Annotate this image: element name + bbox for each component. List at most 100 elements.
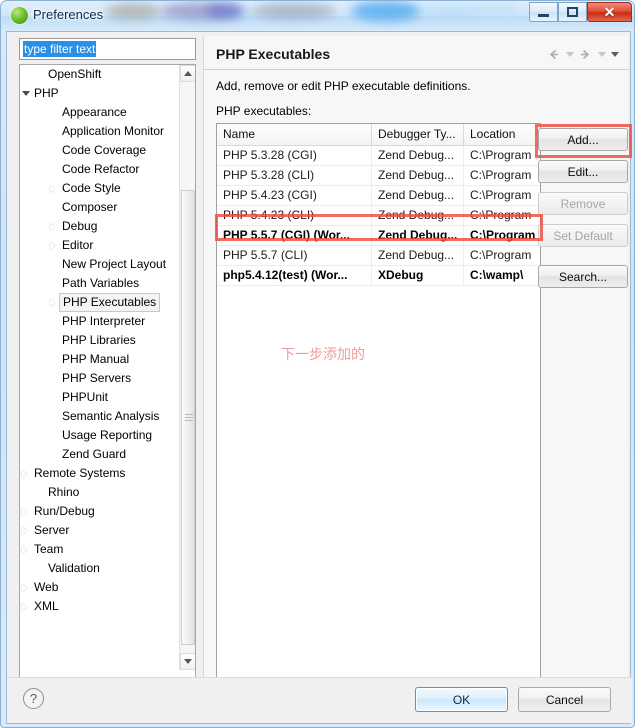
tree-item-code-style[interactable]: Code Style: [20, 179, 180, 198]
title-separator: [204, 69, 629, 70]
tree-item-web[interactable]: Web: [20, 578, 180, 597]
cell-debugger: Zend Debug...: [372, 206, 464, 225]
chevron-right-icon[interactable]: [22, 508, 27, 516]
tree-item-phpunit[interactable]: PHPUnit: [20, 388, 180, 407]
minimize-button[interactable]: [529, 2, 558, 22]
tree-item-appearance[interactable]: Appearance: [20, 103, 180, 122]
preferences-tree[interactable]: OpenShift PHP Appearance Application Monito…: [19, 64, 196, 687]
chinese-annotation-text: 下一步添加的: [281, 347, 365, 363]
ok-button[interactable]: OK: [415, 687, 508, 712]
forward-arrow-icon[interactable]: [577, 46, 594, 63]
view-menu-dropdown-icon[interactable]: [609, 46, 620, 63]
table-row[interactable]: PHP 5.3.28 (CLI) Zend Debug... C:\Program: [217, 166, 540, 186]
chevron-right-icon[interactable]: [50, 299, 55, 307]
close-button[interactable]: ✕: [587, 2, 632, 22]
tree-item-php-libraries[interactable]: PHP Libraries: [20, 331, 180, 350]
filter-input[interactable]: type filter text: [19, 38, 196, 60]
minimize-icon: [538, 13, 549, 17]
remove-button: Remove: [538, 192, 628, 215]
chevron-right-icon[interactable]: [22, 603, 27, 611]
tree-vertical-scrollbar[interactable]: [179, 65, 195, 670]
chevron-right-icon[interactable]: [50, 223, 55, 231]
tree-item-validation[interactable]: Validation: [20, 559, 180, 578]
tree-item-label: Debug: [62, 219, 98, 233]
cell-location: C:\Program: [470, 228, 536, 242]
php-executables-table[interactable]: Name Debugger Ty... Location PHP 5.3.28 …: [216, 123, 541, 685]
table-row[interactable]: PHP 5.5.7 (CLI) Zend Debug... C:\Program: [217, 246, 540, 266]
tree-item-php[interactable]: PHP: [20, 84, 180, 103]
table-header-row: Name Debugger Ty... Location: [217, 124, 540, 146]
tree-item-xml[interactable]: XML: [20, 597, 180, 616]
tree-item-label: PHPUnit: [62, 390, 109, 404]
tree-item-run-debug[interactable]: Run/Debug: [20, 502, 180, 521]
tree-item-debug[interactable]: Debug: [20, 217, 180, 236]
table-row[interactable]: PHP 5.4.23 (CLI) Zend Debug... C:\Program: [217, 206, 540, 226]
cell-debugger: Zend Debug...: [372, 166, 464, 185]
tree-item-composer[interactable]: Composer: [20, 198, 180, 217]
chevron-right-icon[interactable]: [22, 584, 27, 592]
scrollbar-grip-icon: [185, 413, 193, 423]
tree-item-application-monitor[interactable]: Application Monitor: [20, 122, 180, 141]
cell-name: PHP 5.3.28 (CLI): [217, 166, 372, 185]
chevron-down-icon[interactable]: [22, 91, 30, 96]
tree-item-php-executables[interactable]: PHP Executables: [20, 293, 180, 312]
back-dropdown-icon[interactable]: [564, 46, 575, 63]
cell-name: PHP 5.4.23 (CLI): [217, 206, 372, 225]
tree-item-code-coverage[interactable]: Code Coverage: [20, 141, 180, 160]
title-bar[interactable]: Preferences ✕: [1, 1, 634, 31]
tree-item-php-manual[interactable]: PHP Manual: [20, 350, 180, 369]
tree-item-path-variables[interactable]: Path Variables: [20, 274, 180, 293]
tree-item-label: Code Style: [62, 181, 121, 195]
chevron-right-icon[interactable]: [22, 546, 27, 554]
set-default-button: Set Default: [538, 224, 628, 247]
tree-item-php-servers[interactable]: PHP Servers: [20, 369, 180, 388]
chevron-right-icon[interactable]: [50, 242, 55, 250]
tree-item-label: Code Refactor: [62, 162, 140, 176]
blurred-background-blob: [106, 3, 161, 19]
maximize-button[interactable]: [558, 2, 587, 22]
tree-item-editor[interactable]: Editor: [20, 236, 180, 255]
blurred-background-blob: [206, 4, 246, 18]
back-arrow-icon[interactable]: [545, 46, 562, 63]
forward-dropdown-icon[interactable]: [596, 46, 607, 63]
cell-debugger: XDebug: [372, 266, 464, 285]
table-row[interactable]: PHP 5.3.28 (CGI) Zend Debug... C:\Program: [217, 146, 540, 166]
tree-item-label: Run/Debug: [34, 504, 95, 518]
scroll-down-button[interactable]: [180, 653, 195, 670]
column-header-name[interactable]: Name: [217, 124, 372, 145]
tree-item-php-interpreter[interactable]: PHP Interpreter: [20, 312, 180, 331]
tree-scrollbar-thumb[interactable]: [181, 190, 195, 645]
edit-button[interactable]: Edit...: [538, 160, 628, 183]
tree-item-openshift[interactable]: OpenShift: [20, 65, 180, 84]
tree-item-new-project-layout[interactable]: New Project Layout: [20, 255, 180, 274]
table-row[interactable]: php5.4.12(test) (Wor... XDebug C:\wamp\: [217, 266, 540, 286]
chevron-right-icon[interactable]: [22, 527, 27, 535]
search-button[interactable]: Search...: [538, 265, 628, 288]
cell-debugger: Zend Debug...: [372, 146, 464, 165]
table-row[interactable]: PHP 5.4.23 (CGI) Zend Debug... C:\Program: [217, 186, 540, 206]
table-row[interactable]: PHP 5.5.7 (CGI) (Wor... Zend Debug... C:\P…: [217, 226, 540, 246]
chevron-right-icon[interactable]: [22, 470, 27, 478]
tree-item-team[interactable]: Team: [20, 540, 180, 559]
tree-item-rhino[interactable]: Rhino: [20, 483, 180, 502]
tree-item-label: New Project Layout: [62, 257, 167, 271]
filter-input-value: type filter text: [23, 41, 97, 57]
cancel-button[interactable]: Cancel: [518, 687, 611, 712]
scroll-up-button[interactable]: [180, 65, 195, 82]
tree-item-label: XML: [34, 599, 59, 613]
add-button[interactable]: Add...: [538, 128, 628, 151]
tree-item-usage-reporting[interactable]: Usage Reporting: [20, 426, 180, 445]
chevron-right-icon[interactable]: [50, 185, 55, 193]
column-header-debugger[interactable]: Debugger Ty...: [372, 124, 464, 145]
tree-item-label: Code Coverage: [62, 143, 147, 157]
tree-item-code-refactor[interactable]: Code Refactor: [20, 160, 180, 179]
tree-item-server[interactable]: Server: [20, 521, 180, 540]
tree-item-zend-guard[interactable]: Zend Guard: [20, 445, 180, 464]
tree-item-semantic-analysis[interactable]: Semantic Analysis: [20, 407, 180, 426]
tree-item-label: Rhino: [48, 485, 80, 499]
column-header-location[interactable]: Location: [464, 124, 540, 145]
table-body: PHP 5.3.28 (CGI) Zend Debug... C:\Program P…: [217, 146, 540, 286]
help-icon[interactable]: ?: [23, 688, 44, 709]
tree-item-remote-systems[interactable]: Remote Systems: [20, 464, 180, 483]
cell-location: C:\Program: [470, 168, 532, 182]
